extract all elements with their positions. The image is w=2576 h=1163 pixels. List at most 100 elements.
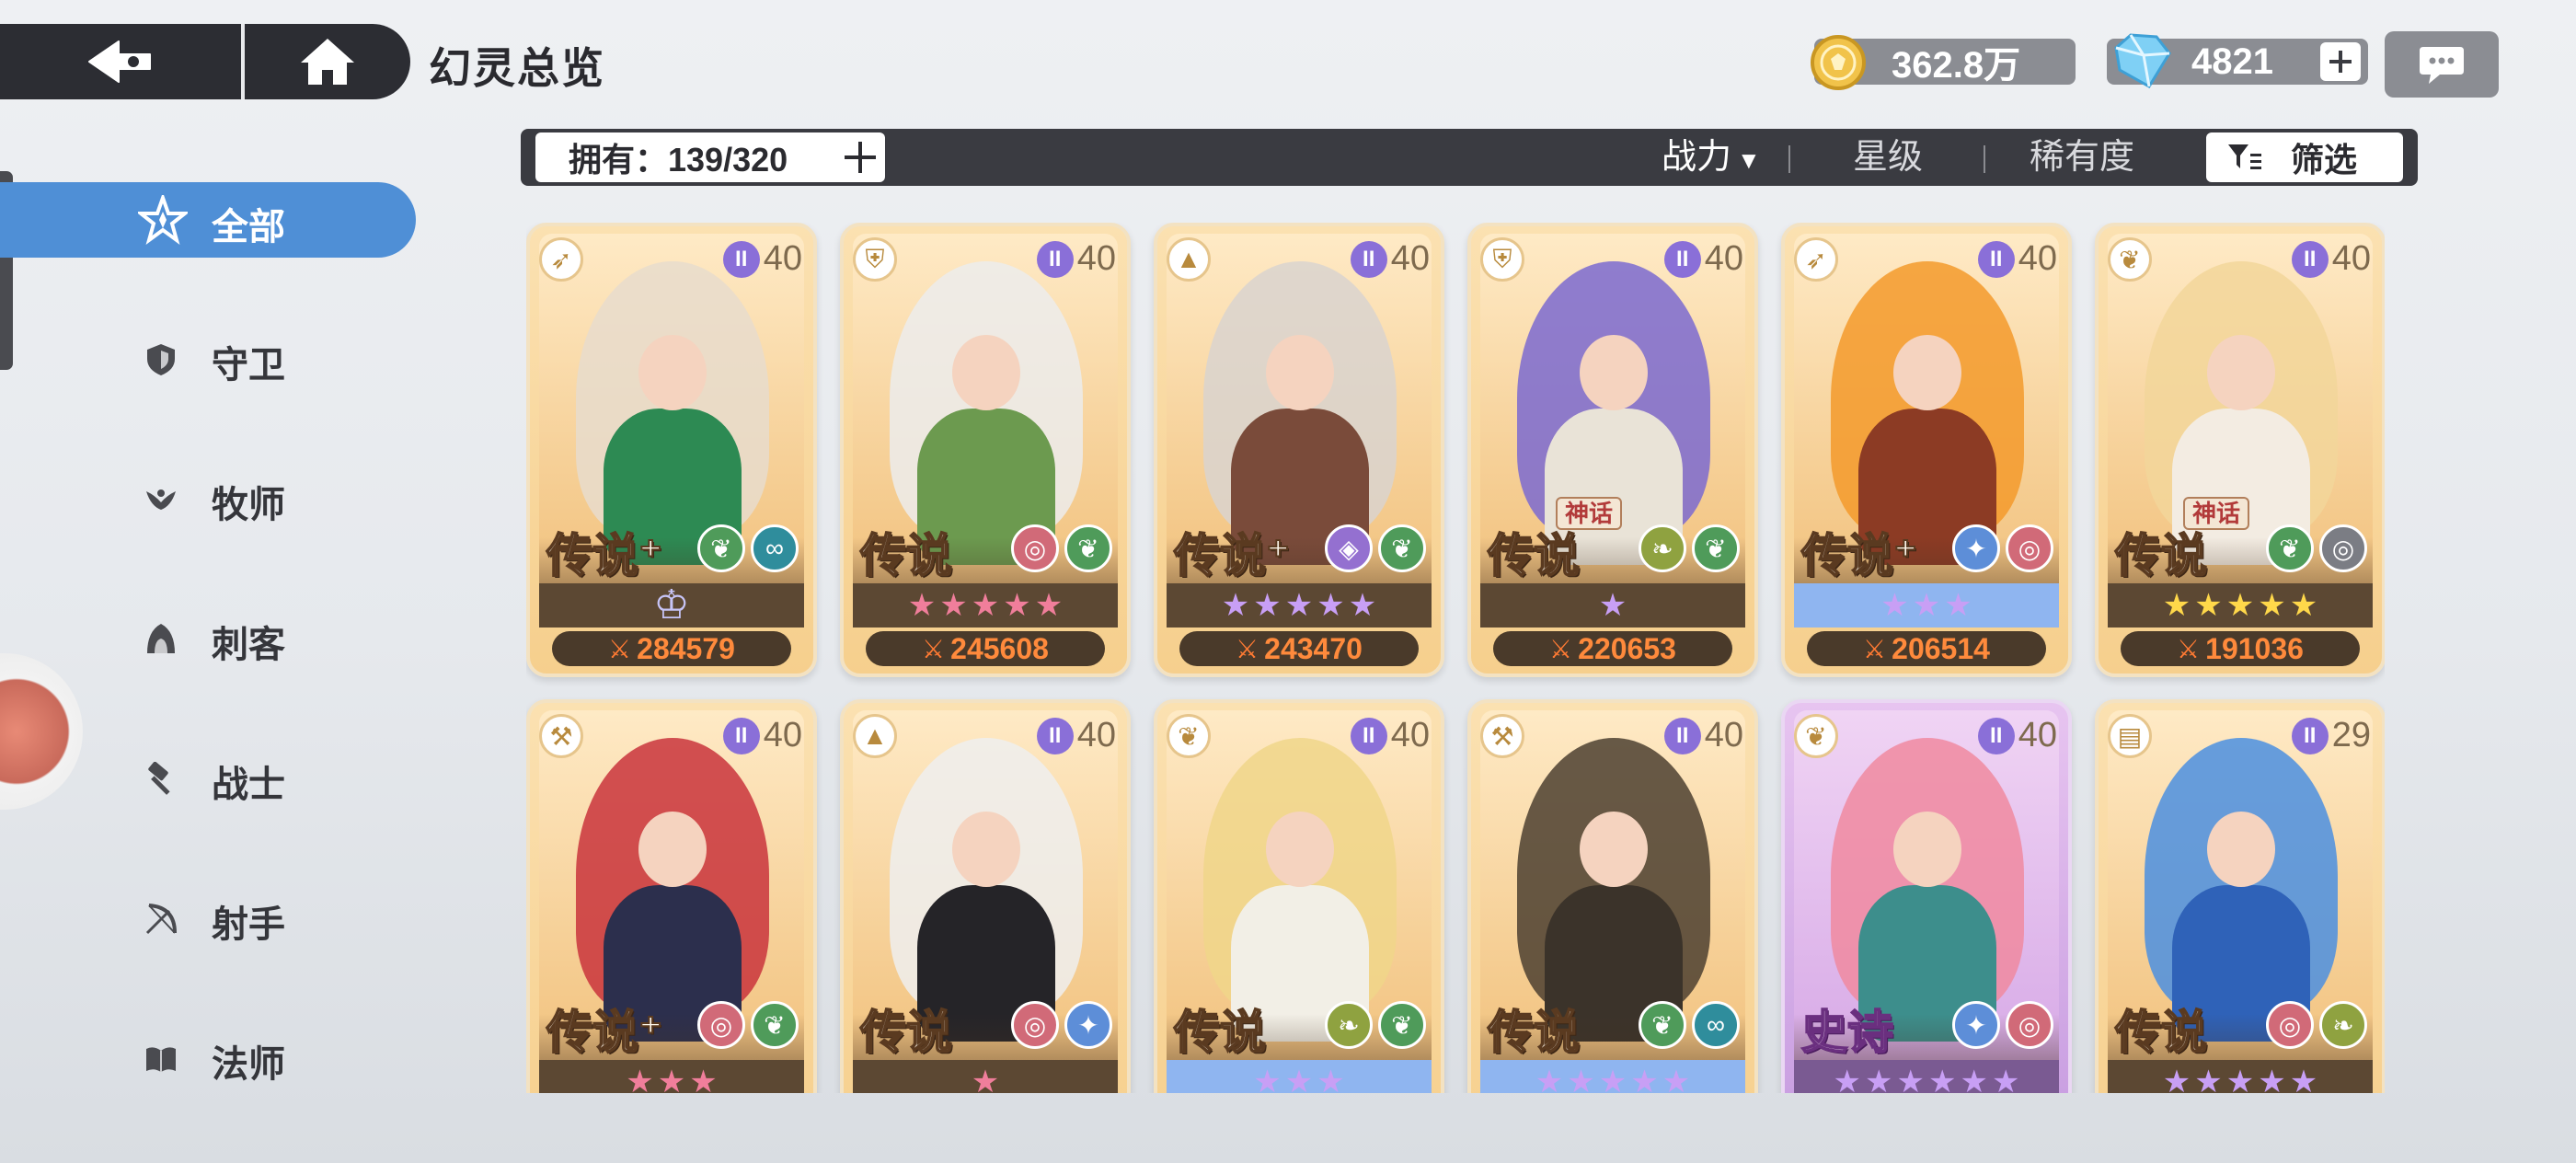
star-icon: ★ <box>1253 1065 1282 1093</box>
crossed-swords-icon: ⚔ <box>1549 634 1573 663</box>
wing-icon <box>146 489 176 510</box>
rarity-label: 传说 <box>1487 1005 1581 1060</box>
back-button[interactable] <box>0 24 245 99</box>
power-badge: ⚔ 220653 <box>1493 631 1732 666</box>
level-value: 40 <box>1076 716 1116 754</box>
character-card[interactable]: ⚒ II 40 传说 ❦ ∞ ★ ★ ★ ★ ★ <box>1467 699 1758 1093</box>
star-icon: ★ <box>1960 1065 1988 1093</box>
chat-bubble-icon <box>2420 47 2464 84</box>
sidebar-item-priest[interactable]: 牧师 <box>0 460 416 535</box>
sidebar-item-guard[interactable]: 守卫 <box>0 320 416 396</box>
power-badge: ⚔ 243470 <box>1179 631 1419 666</box>
power-value: 243470 <box>1264 631 1363 665</box>
owned-count: 拥有：139/320 <box>569 141 788 178</box>
level-value: 40 <box>1704 239 1743 278</box>
green-element-icon: ❦ <box>751 1001 799 1049</box>
star-icon: ★ <box>1880 588 1909 623</box>
character-grid: ➶ II 40 传说⁺ ❦ ∞ ♔ ⚔ 284579 ⛨ II 40 传说 ◎ ❦ ★ ★ ★ ★ ★ ⚔ 245608 ▲… <box>526 223 2385 1093</box>
character-card[interactable]: ➶ II 40 传说⁺ ✦ ◎ ★ ★ ★ ⚔ 206514 <box>1781 223 2072 677</box>
character-card[interactable]: ❦ II 40 传说 ❧ ❦ ★ ★ ★ <box>1154 699 1444 1093</box>
sort-rarity-button[interactable]: 稀有度 <box>2030 136 2134 178</box>
level-badge-icon: II <box>1663 240 1701 278</box>
star-rating: ★ ★ ★ ★ ★ <box>853 583 1118 628</box>
character-card[interactable]: ❦ II 40 传说 神话 ❦ ◎ ★ ★ ★ ★ ★ ⚔ 191036 <box>2095 223 2385 677</box>
rarity-label: 史诗 <box>1800 1005 1894 1060</box>
character-card[interactable]: ▤ II 29 传说 ◎ ❧ ★ ★ ★ ★ ★ <box>2095 699 2385 1093</box>
character-face <box>1266 812 1334 887</box>
star-icon: ★ <box>1598 1065 1627 1093</box>
sidebar-item-assassin[interactable]: 刺客 <box>0 600 416 675</box>
sidebar-item-all[interactable]: 全部 <box>0 182 416 258</box>
power-value: 245608 <box>950 631 1049 665</box>
star-icon: ★ <box>1991 1065 2020 1093</box>
green-element-icon: ❦ <box>1639 1001 1686 1049</box>
star-icon: ★ <box>1284 1065 1314 1093</box>
myth-tag: 神话 <box>2183 497 2249 530</box>
power-value: 284579 <box>637 631 735 665</box>
add-gems-button[interactable] <box>2320 42 2361 81</box>
character-card[interactable]: ⛨ II 40 传说 神话 ❧ ❦ ★ ⚔ 220653 <box>1467 223 1758 677</box>
divider <box>1788 145 1790 173</box>
character-card[interactable]: ▲ II 40 传说⁺ ◈ ❦ ★ ★ ★ ★ ★ ⚔ 243470 <box>1154 223 1444 677</box>
star-icon: ★ <box>1034 588 1064 623</box>
star-icon: ★ <box>2194 1065 2223 1093</box>
sort-star-button[interactable]: 星级 <box>1853 136 1923 178</box>
back-arrow-icon <box>88 40 151 83</box>
sidebar-item-mage[interactable]: 法师 <box>0 1019 416 1095</box>
character-card[interactable]: ⛨ II 40 传说 ◎ ❦ ★ ★ ★ ★ ★ ⚔ 245608 <box>840 223 1131 677</box>
rarity-label: 传说 <box>859 528 953 583</box>
star-icon: ★ <box>2258 588 2286 623</box>
olive-element-icon: ❧ <box>1639 524 1686 572</box>
rarity-label: 传说 <box>2114 1005 2208 1060</box>
character-card[interactable]: ⚒ II 40 传说⁺ ◎ ❦ ★ ★ ★ <box>526 699 817 1093</box>
star-icon: ★ <box>2194 588 2223 623</box>
blue-element-icon: ✦ <box>1064 1001 1112 1049</box>
character-card[interactable]: ❦ II 40 史诗 ✦ ◎ ★ ★ ★ ★ ★ ★ <box>1781 699 2072 1093</box>
star-icon: ★ <box>2162 588 2191 623</box>
sidebar-item-archer[interactable]: 射手 <box>0 880 416 955</box>
power-badge: ⚔ 284579 <box>552 631 791 666</box>
star-icon: ★ <box>2258 1065 2286 1093</box>
top-nav-bar <box>0 24 410 99</box>
wing-class-icon: ❦ <box>2108 237 2152 282</box>
star-icon: ★ <box>626 1065 654 1093</box>
level-value: 40 <box>1390 716 1430 754</box>
hood-class-icon: ▲ <box>853 714 897 758</box>
bow-class-icon: ➶ <box>1794 237 1838 282</box>
pink-element-icon: ◎ <box>1011 524 1059 572</box>
shield-icon <box>147 344 175 375</box>
blue-element-icon: ✦ <box>1952 1001 2000 1049</box>
star-icon: ★ <box>1630 1065 1659 1093</box>
gold-coin-icon <box>1811 35 1866 90</box>
level-value: 40 <box>2018 239 2057 278</box>
star-icon: ★ <box>1567 1065 1595 1093</box>
character-face <box>1893 812 1961 887</box>
sort-power-label: 战力 <box>1662 138 1732 177</box>
filter-button[interactable]: 筛选 <box>2206 132 2403 182</box>
rarity-label: 传说 <box>859 1005 953 1060</box>
chat-button[interactable] <box>2385 31 2499 98</box>
pink-element-icon: ◎ <box>2006 524 2053 572</box>
crossed-swords-icon: ⚔ <box>608 634 632 663</box>
green-element-icon: ❦ <box>1692 524 1740 572</box>
character-card[interactable]: ▲ II 40 传说 ◎ ✦ ★ <box>840 699 1131 1093</box>
pink-element-icon: ◎ <box>697 1001 745 1049</box>
power-badge: ⚔ 191036 <box>2121 631 2360 666</box>
sort-power-button[interactable]: 战力 ▼ <box>1662 136 1761 178</box>
level-indicator: II 40 <box>1036 239 1116 279</box>
green-element-icon: ❦ <box>1378 524 1426 572</box>
star-rating: ★ ★ ★ ★ ★ <box>2108 583 2373 628</box>
star-rating: ★ ★ ★ ★ ★ ★ <box>1794 1060 2059 1093</box>
star-icon: ★ <box>1221 588 1250 623</box>
character-card[interactable]: ➶ II 40 传说⁺ ❦ ∞ ♔ ⚔ 284579 <box>526 223 817 677</box>
owned-count-box[interactable]: 拥有：139/320 <box>535 132 885 182</box>
star-icon: ★ <box>689 1065 718 1093</box>
rarity-label: 传说⁺ <box>546 1005 663 1060</box>
home-button[interactable] <box>245 24 410 99</box>
diamond-icon <box>2114 33 2171 89</box>
character-face <box>638 812 707 887</box>
character-face <box>2207 812 2275 887</box>
level-value: 40 <box>2018 716 2057 754</box>
sidebar-item-warrior[interactable]: 战士 <box>0 740 416 815</box>
filter-label: 筛选 <box>2291 141 2358 178</box>
